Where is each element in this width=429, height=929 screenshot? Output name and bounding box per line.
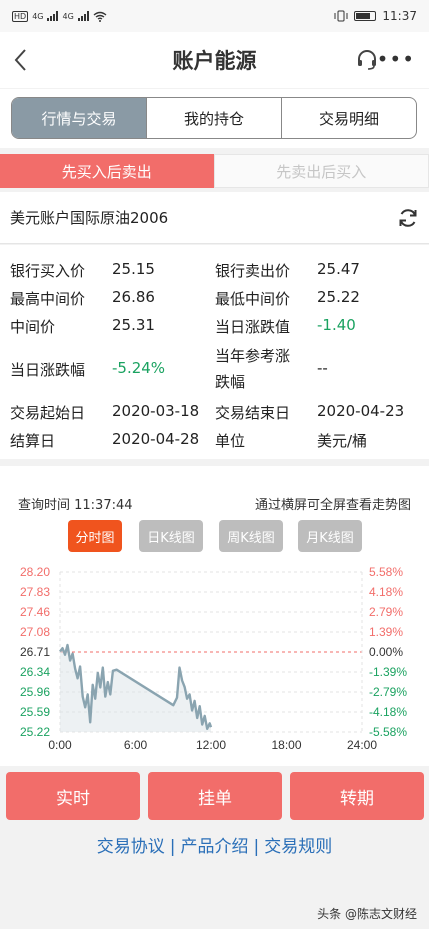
pct-tick-label: -4.18% <box>369 705 407 719</box>
more-icon[interactable]: ••• <box>377 49 415 69</box>
trade-start-value: 2020-03-18 <box>112 402 200 420</box>
year-ref-label-1: 当年参考涨 <box>215 347 291 365</box>
landscape-hint: 通过横屏可全屏查看走势图 <box>254 498 411 513</box>
y-tick-label: 28.20 <box>20 565 50 579</box>
limit-order-button[interactable]: 挂单 <box>148 772 282 820</box>
day-pct-label: 当日涨跌幅 <box>10 361 86 379</box>
pct-tick-label: 5.58% <box>369 565 403 579</box>
headset-icon[interactable] <box>355 48 379 72</box>
year-ref-label-2: 跌幅 <box>215 373 246 391</box>
intraday-chart-button[interactable]: 分时图 <box>68 520 122 552</box>
mid-label: 中间价 <box>10 318 56 336</box>
trade-rules-link[interactable]: 交易规则 <box>264 837 332 857</box>
network-label: 4G <box>32 11 44 21</box>
bank-sell-label: 银行卖出价 <box>215 262 291 280</box>
y-tick-label: 26.71 <box>20 645 50 659</box>
high-mid-label: 最高中间价 <box>10 290 86 308</box>
rollover-button[interactable]: 转期 <box>290 772 424 820</box>
battery-icon <box>354 11 377 21</box>
pct-tick-label: -1.39% <box>369 665 407 679</box>
trade-end-label: 交易结束日 <box>215 404 291 422</box>
x-tick-label: 0:00 <box>48 738 72 752</box>
day-change-label: 当日涨跌值 <box>215 318 291 336</box>
trade-end-value: 2020-04-23 <box>317 402 405 420</box>
x-tick-label: 6:00 <box>124 738 148 752</box>
x-tick-label: 24:00 <box>347 738 377 752</box>
hd-badge: HD <box>12 10 29 22</box>
pct-tick-label: 0.00% <box>369 645 403 659</box>
link-separator: | <box>169 837 176 857</box>
direction-tabs: 先买入后卖出 先卖出后买入 <box>0 154 429 188</box>
low-mid-value: 25.22 <box>317 288 360 306</box>
product-header: 美元账户国际原油2006 <box>0 192 429 244</box>
year-ref-value: -- <box>317 359 328 377</box>
bank-buy-value: 25.15 <box>112 260 155 278</box>
trade-agreement-link[interactable]: 交易协议 <box>97 837 165 857</box>
weekly-k-button[interactable]: 周K线图 <box>219 520 283 552</box>
unit-value: 美元/桶 <box>317 432 368 450</box>
unit-label: 单位 <box>215 432 246 450</box>
pct-tick-label: 2.79% <box>369 605 403 619</box>
day-pct-value: -5.24% <box>112 359 166 377</box>
pct-tick-label: 1.39% <box>369 625 403 639</box>
settle-label: 结算日 <box>10 432 56 450</box>
link-separator: | <box>253 837 260 857</box>
mid-value: 25.31 <box>112 316 155 334</box>
day-change-value: -1.40 <box>317 316 356 334</box>
footer-links: 交易协议 | 产品介绍 | 交易规则 <box>0 832 429 857</box>
tab-trade-details[interactable]: 交易明细 <box>282 98 416 138</box>
refresh-icon[interactable] <box>397 207 419 229</box>
product-name: 美元账户国际原油2006 <box>10 209 169 227</box>
realtime-button[interactable]: 实时 <box>6 772 140 820</box>
signal-icon-2 <box>77 11 89 21</box>
low-mid-label: 最低中间价 <box>215 290 291 308</box>
tab-my-holdings[interactable]: 我的持仓 <box>147 98 282 138</box>
y-tick-label: 25.96 <box>20 685 50 699</box>
monthly-k-button[interactable]: 月K线图 <box>298 520 362 552</box>
query-time: 查询时间 11:37:44 <box>18 498 133 513</box>
nav-bar: 账户能源 ••• <box>0 32 429 88</box>
bank-sell-value: 25.47 <box>317 260 360 278</box>
x-tick-label: 12:00 <box>196 738 226 752</box>
chart-panel: 查询时间 11:37:44 通过横屏可全屏查看走势图 分时图 日K线图 周K线图… <box>0 466 429 766</box>
y-tick-label: 27.08 <box>20 625 50 639</box>
bank-buy-label: 银行买入价 <box>10 262 86 280</box>
price-info: 银行买入价 25.15 银行卖出价 25.47 最高中间价 26.86 最低中间… <box>0 245 429 459</box>
vibrate-icon <box>334 10 348 22</box>
trade-start-label: 交易起始日 <box>10 404 86 422</box>
network-label-2: 4G <box>62 11 74 21</box>
action-bar: 实时 挂单 转期 <box>0 772 429 822</box>
wifi-icon <box>93 11 107 22</box>
tab-bar: 行情与交易 我的持仓 交易明细 <box>11 97 417 139</box>
product-intro-link[interactable]: 产品介绍 <box>181 837 249 857</box>
watermark: 头条 @陈志文财经 <box>317 907 417 921</box>
tab-market-trade[interactable]: 行情与交易 <box>12 98 147 138</box>
status-bar: HD 4G 4G 11:37 <box>0 0 429 32</box>
y-tick-label: 27.83 <box>20 585 50 599</box>
pct-tick-label: -5.58% <box>369 725 407 739</box>
tab-buy-then-sell[interactable]: 先买入后卖出 <box>0 154 214 188</box>
y-tick-label: 26.34 <box>20 665 50 679</box>
tab-bar-container: 行情与交易 我的持仓 交易明细 <box>0 89 429 148</box>
signal-icon <box>47 11 59 21</box>
daily-k-button[interactable]: 日K线图 <box>139 520 203 552</box>
y-tick-label: 25.59 <box>20 705 50 719</box>
tab-sell-then-buy[interactable]: 先卖出后买入 <box>213 154 429 188</box>
intraday-chart: 28.20 5.58% 27.83 4.18% 27.46 2.79% 27.08 1.39%… <box>20 565 407 752</box>
y-tick-label: 27.46 <box>20 605 50 619</box>
clock: 11:37 <box>382 9 417 23</box>
y-tick-label: 25.22 <box>20 725 50 739</box>
x-tick-label: 18:00 <box>271 738 301 752</box>
pct-tick-label: -2.79% <box>369 685 407 699</box>
back-icon[interactable] <box>10 46 34 74</box>
high-mid-value: 26.86 <box>112 288 155 306</box>
pct-tick-label: 4.18% <box>369 585 403 599</box>
settle-value: 2020-04-28 <box>112 430 200 448</box>
